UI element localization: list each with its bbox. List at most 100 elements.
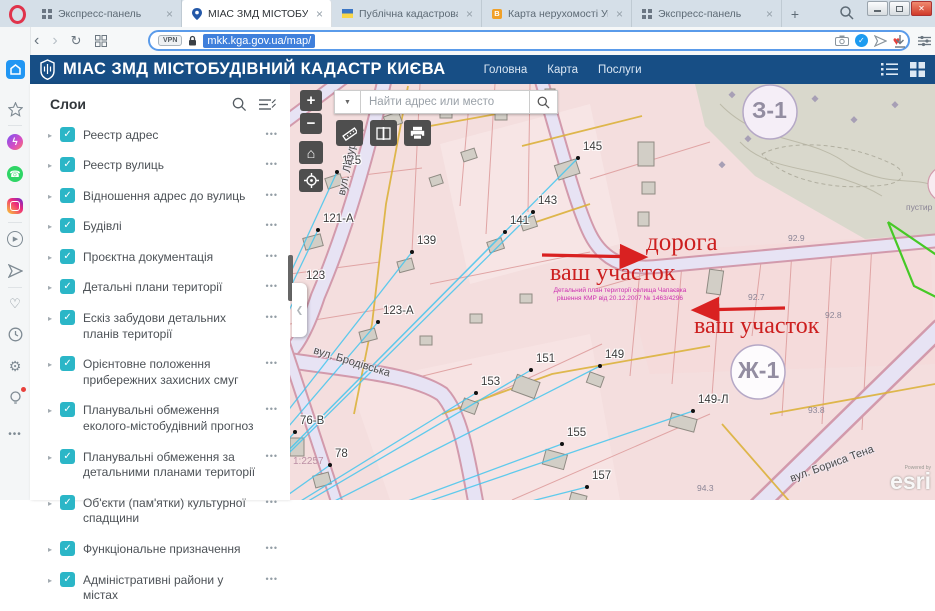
layer-item[interactable]: ▸✓Проєктна документація••• [30, 242, 290, 273]
layer-checkbox[interactable]: ✓ [60, 310, 75, 325]
layer-menu-dots-icon[interactable]: ••• [266, 220, 278, 230]
layer-item[interactable]: ▸✓Будівлі••• [30, 212, 290, 243]
instagram-icon[interactable] [0, 193, 30, 219]
filter-list-icon[interactable] [259, 98, 276, 111]
tab-cadastral-map[interactable]: Публічна кадастрова карта × [332, 0, 482, 27]
layer-checkbox[interactable]: ✓ [60, 218, 75, 233]
nav-home[interactable]: Головна [484, 64, 528, 76]
layer-checkbox[interactable]: ✓ [60, 449, 75, 464]
settings-gear-icon[interactable]: ⚙ [0, 353, 30, 379]
search-source-dropdown[interactable]: ▼ [334, 90, 361, 114]
expand-arrow-icon[interactable]: ▸ [48, 222, 52, 231]
apps-grid-icon[interactable] [910, 62, 925, 77]
tab-express-panel-2[interactable]: Экспресс-панель × [632, 0, 782, 27]
expand-arrow-icon[interactable]: ▸ [48, 161, 52, 170]
measure-tool-button[interactable] [336, 120, 363, 146]
layer-checkbox[interactable]: ✓ [60, 572, 75, 587]
layer-menu-dots-icon[interactable]: ••• [266, 190, 278, 200]
easy-setup-bulb-icon[interactable] [0, 385, 30, 411]
layer-checkbox[interactable]: ✓ [60, 127, 75, 142]
tab-close-icon[interactable]: × [464, 7, 475, 21]
nav-map[interactable]: Карта [547, 64, 578, 76]
layer-checkbox[interactable]: ✓ [60, 157, 75, 172]
layer-menu-dots-icon[interactable]: ••• [266, 159, 278, 169]
my-flow-plane-icon[interactable] [0, 258, 30, 284]
layer-item[interactable]: ▸✓Орієнтовне положення прибережних захис… [30, 350, 290, 396]
layer-search-icon[interactable] [232, 97, 247, 112]
layer-checkbox[interactable]: ✓ [60, 356, 75, 371]
my-flow-icon[interactable] [874, 35, 887, 47]
likes-heart-icon[interactable]: ♡ [0, 291, 30, 317]
bookmarks-star-icon[interactable] [0, 96, 30, 122]
layer-item[interactable]: ▸✓Реестр адрес••• [30, 120, 290, 151]
back-button[interactable]: ‹ [34, 33, 39, 49]
expand-arrow-icon[interactable]: ▸ [48, 545, 52, 554]
layer-item[interactable]: ▸✓Планувальні обмеження за детальними пл… [30, 442, 290, 488]
layer-item[interactable]: ▸✓Адміністративні райони у містах••• [30, 565, 290, 611]
expand-arrow-icon[interactable]: ▸ [48, 453, 52, 462]
layer-menu-dots-icon[interactable]: ••• [266, 281, 278, 291]
search-icon[interactable] [839, 5, 855, 21]
tab-realty-map[interactable]: B Карта нерухомості України × [482, 0, 632, 27]
layer-menu-dots-icon[interactable]: ••• [266, 497, 278, 507]
speed-dial-sidebar-icon[interactable] [0, 56, 30, 82]
expand-arrow-icon[interactable]: ▸ [48, 283, 52, 292]
window-close-button[interactable]: ✕ [911, 1, 932, 16]
forward-button[interactable]: › [52, 33, 57, 49]
tune-sliders-icon[interactable] [918, 35, 931, 47]
layer-checkbox[interactable]: ✓ [60, 188, 75, 203]
map-search-button[interactable] [530, 90, 558, 114]
vpn-status-icon[interactable]: ✓ [855, 34, 868, 47]
expand-arrow-icon[interactable]: ▸ [48, 192, 52, 201]
messenger-icon[interactable]: ϟ [0, 129, 30, 155]
layer-item[interactable]: ▸✓Планувальні обмеження еколого-містобуд… [30, 396, 290, 442]
nav-services[interactable]: Послуги [598, 64, 642, 76]
expand-arrow-icon[interactable]: ▸ [48, 406, 52, 415]
layer-item[interactable]: ▸✓Реестр вулиць••• [30, 151, 290, 182]
tab-close-icon[interactable]: × [314, 7, 325, 21]
layer-item[interactable]: ▸✓Ескіз забудови детальних планів терито… [30, 304, 290, 350]
snapshot-camera-icon[interactable] [835, 35, 849, 46]
layer-menu-dots-icon[interactable]: ••• [266, 358, 278, 368]
opera-logo-icon[interactable] [9, 5, 26, 24]
layer-checkbox[interactable]: ✓ [60, 495, 75, 510]
layer-menu-dots-icon[interactable]: ••• [266, 251, 278, 261]
tab-close-icon[interactable]: × [764, 7, 775, 21]
layer-menu-dots-icon[interactable]: ••• [266, 312, 278, 322]
layer-checkbox[interactable]: ✓ [60, 402, 75, 417]
new-tab-button[interactable]: + [782, 0, 808, 27]
tab-express-panel-1[interactable]: Экспресс-панель × [32, 0, 182, 27]
expand-arrow-icon[interactable]: ▸ [48, 360, 52, 369]
downloads-icon[interactable] [894, 35, 906, 48]
map-canvas[interactable]: 125145143141121-А139123123-А149151153149… [290, 84, 935, 500]
player-icon[interactable]: ▶ [0, 226, 30, 252]
window-minimize-button[interactable] [867, 1, 888, 16]
layer-menu-dots-icon[interactable]: ••• [266, 404, 278, 414]
expand-arrow-icon[interactable]: ▸ [48, 499, 52, 508]
tab-close-icon[interactable]: × [164, 7, 175, 21]
layer-item[interactable]: ▸✓Функціональне призначення••• [30, 535, 290, 566]
window-maximize-button[interactable] [889, 1, 910, 16]
legend-list-icon[interactable] [881, 63, 898, 76]
expand-arrow-icon[interactable]: ▸ [48, 314, 52, 323]
speed-dial-button-icon[interactable] [95, 35, 107, 47]
tab-miac-active[interactable]: МІАС ЗМД МІСТОБУДІВНИЙ × [182, 0, 332, 27]
layer-checkbox[interactable]: ✓ [60, 249, 75, 264]
url-text[interactable]: mkk.kga.gov.ua/map/ [203, 34, 315, 48]
whatsapp-icon[interactable]: ☎ [0, 161, 30, 187]
layer-item[interactable]: ▸✓Детальні плани території••• [30, 273, 290, 304]
locate-button[interactable] [299, 169, 323, 192]
zoom-out-button[interactable]: − [300, 113, 322, 134]
layer-menu-dots-icon[interactable]: ••• [266, 543, 278, 553]
vpn-badge[interactable]: VPN [158, 35, 182, 46]
zoom-in-button[interactable]: + [300, 90, 322, 111]
reload-button[interactable]: ↻ [71, 33, 82, 49]
home-extent-button[interactable]: ⌂ [299, 141, 323, 164]
layer-item[interactable]: ▸✓Об'єкти (пам'ятки) культурної спадщини… [30, 488, 290, 534]
layer-menu-dots-icon[interactable]: ••• [266, 129, 278, 139]
layer-menu-dots-icon[interactable]: ••• [266, 574, 278, 584]
print-button[interactable] [404, 120, 431, 146]
history-clock-icon[interactable] [0, 321, 30, 347]
layer-menu-dots-icon[interactable]: ••• [266, 451, 278, 461]
expand-arrow-icon[interactable]: ▸ [48, 576, 52, 585]
